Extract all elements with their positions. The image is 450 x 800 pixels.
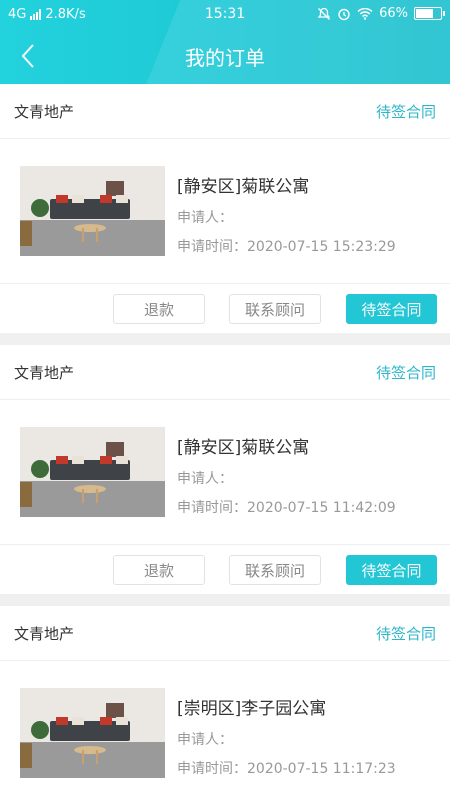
property-thumbnail xyxy=(20,427,165,517)
apply-time: 申请时间：2020-07-15 11:17:23 xyxy=(177,761,396,777)
refund-button[interactable]: 退款 xyxy=(113,555,205,585)
mute-icon xyxy=(317,7,331,20)
order-item[interactable]: [静安区]菊联公寓 申请人： 申请时间：2020-07-15 11:42:09 xyxy=(0,400,450,545)
battery-percent: 66% xyxy=(379,6,408,21)
apply-time: 申请时间：2020-07-15 11:42:09 xyxy=(177,500,396,516)
order-actions: 退款 联系顾问 待签合同 xyxy=(0,284,450,333)
order-card: 文青地产 待签合同 xyxy=(0,345,450,594)
company-name: 文青地产 xyxy=(14,625,75,643)
property-thumbnail xyxy=(20,688,165,778)
contact-advisor-button[interactable]: 联系顾问 xyxy=(229,555,321,585)
property-title: [静安区]菊联公寓 xyxy=(177,177,310,197)
applicant-label: 申请人： xyxy=(177,210,233,226)
sign-contract-button[interactable]: 待签合同 xyxy=(346,555,437,585)
company-name: 文青地产 xyxy=(14,364,75,382)
alarm-icon xyxy=(338,8,350,20)
order-item[interactable]: [静安区]菊联公寓 申请人： 申请时间：2020-07-15 15:23:29 xyxy=(0,139,450,284)
contact-advisor-button[interactable]: 联系顾问 xyxy=(229,294,321,324)
battery-icon xyxy=(414,7,445,20)
wifi-icon xyxy=(357,7,373,20)
order-list: 文青地产 待签合同 [静安区]菊联公寓 申请人： 申请时间：2020-07-15… xyxy=(0,84,450,800)
order-item[interactable]: [崇明区]李子园公寓 申请人： 申请时间：2020-07-15 11:17:23 xyxy=(0,661,450,800)
status-bar: 4G 2.8K/s 15:31 66% xyxy=(0,0,450,30)
order-card: 文青地产 待签合同 xyxy=(0,606,450,800)
property-title: [崇明区]李子园公寓 xyxy=(177,699,327,719)
applicant-label: 申请人： xyxy=(177,471,233,487)
company-name: 文青地产 xyxy=(14,103,75,121)
order-status: 待签合同 xyxy=(375,103,436,121)
app-header: 4G 2.8K/s 15:31 66% 我的订单 xyxy=(0,0,450,84)
refund-button[interactable]: 退款 xyxy=(113,294,205,324)
order-card-header: 文青地产 待签合同 xyxy=(0,606,450,661)
order-card: 文青地产 待签合同 xyxy=(0,84,450,333)
property-thumbnail xyxy=(20,166,165,256)
applicant-label: 申请人： xyxy=(177,732,233,748)
order-status: 待签合同 xyxy=(375,364,436,382)
order-status: 待签合同 xyxy=(375,625,436,643)
sign-contract-button[interactable]: 待签合同 xyxy=(346,294,437,324)
page-title: 我的订单 xyxy=(185,46,265,70)
property-title: [静安区]菊联公寓 xyxy=(177,438,310,458)
order-card-header: 文青地产 待签合同 xyxy=(0,84,450,139)
apply-time: 申请时间：2020-07-15 15:23:29 xyxy=(177,239,396,255)
order-card-header: 文青地产 待签合同 xyxy=(0,345,450,400)
order-actions: 退款 联系顾问 待签合同 xyxy=(0,545,450,594)
nav-bar: 我的订单 xyxy=(0,30,450,84)
status-right: 66% xyxy=(317,6,445,21)
